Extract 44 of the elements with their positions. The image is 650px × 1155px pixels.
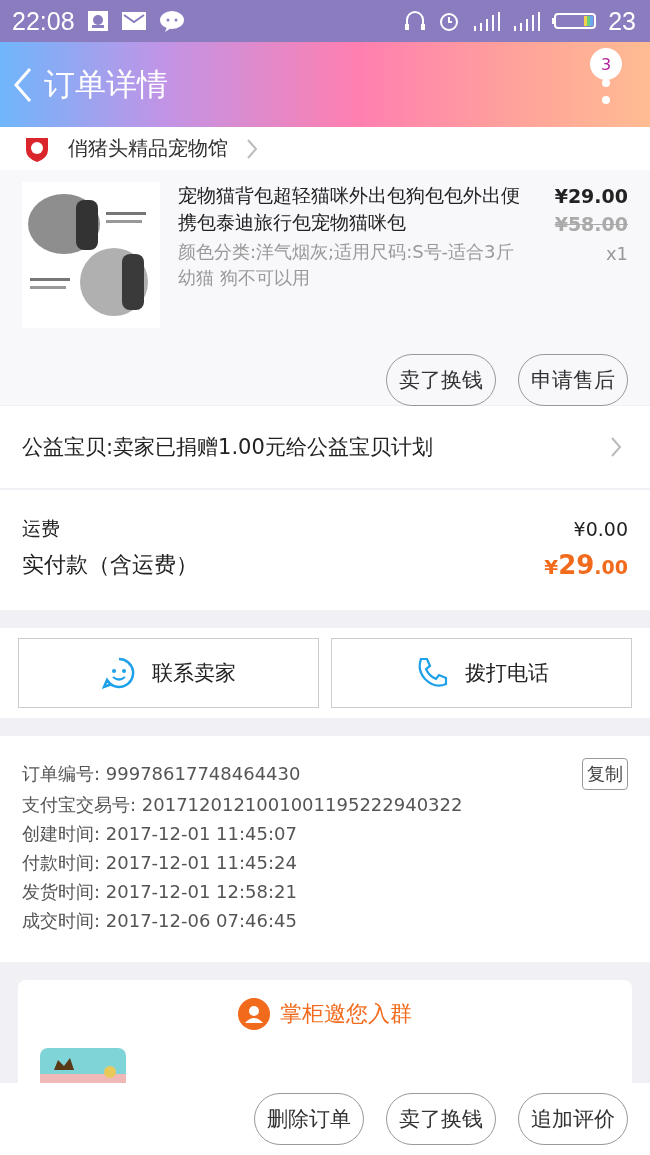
quantity: x1: [604, 242, 628, 266]
copy-button[interactable]: 复制: [582, 758, 628, 790]
page-title: 订单详情: [44, 64, 168, 104]
notification-badge: 3: [590, 48, 622, 80]
status-time: 22:08: [12, 6, 75, 36]
battery-icon: [552, 11, 597, 31]
shipping-fee: ¥0.00: [573, 518, 628, 540]
order-detail: 创建时间: 2017-12-01 11:45:07: [22, 821, 297, 846]
product-variant: 颜色分类:洋气烟灰;适用尺码:S号-适合3斤幼猫 狗不可以用: [178, 240, 515, 290]
chat-icon: [101, 656, 136, 690]
contact-button[interactable]: 拨打电话: [331, 638, 632, 708]
signal-icon: [472, 10, 501, 32]
product-price: ¥29.00: [553, 184, 628, 209]
action-button[interactable]: 申请售后: [518, 354, 628, 406]
group-icon: [238, 998, 270, 1030]
action-button[interactable]: 删除订单: [254, 1093, 364, 1145]
action-button[interactable]: 卖了换钱: [386, 1093, 496, 1145]
action-button[interactable]: 卖了换钱: [386, 354, 496, 406]
total-label: 实付款（含运费）: [22, 551, 198, 579]
order-detail: 支付宝交易号: 2017120121001001195222940322: [22, 792, 463, 817]
alarm-clock-icon: [438, 10, 461, 32]
notification-icon: [86, 10, 109, 32]
order-detail: 成交时间: 2017-12-06 07:46:45: [22, 908, 297, 933]
shipping-label: 运费: [22, 516, 60, 541]
original-price: ¥58.00: [553, 212, 628, 237]
order-detail: 付款时间: 2017-12-01 11:45:24: [22, 850, 297, 875]
headphones-icon: [404, 10, 427, 32]
chevron-right-icon: [610, 436, 622, 458]
group-invite-title: 掌柜邀您入群: [280, 1000, 412, 1028]
signal-icon: [512, 10, 541, 32]
battery-level: 23: [608, 6, 636, 36]
action-button[interactable]: 追加评价: [518, 1093, 628, 1145]
more-icon: [601, 78, 611, 106]
mail-icon: [120, 10, 147, 32]
shop-name[interactable]: 俏猪头精品宠物馆: [68, 135, 228, 162]
shop-badge-icon: [24, 135, 50, 162]
order-detail: 发货时间: 2017-12-01 12:58:21: [22, 879, 297, 904]
back-icon: [12, 66, 34, 103]
chat-bubble-icon: [158, 10, 185, 32]
total-amount: ¥29.00: [544, 550, 628, 580]
order-detail: 订单编号: 99978617748464430: [22, 762, 301, 786]
product-title[interactable]: 宠物猫背包超轻猫咪外出包狗包包外出便携包泰迪旅行包宠物猫咪包: [178, 182, 526, 236]
contact-button[interactable]: 联系卖家: [18, 638, 319, 708]
chevron-right-icon: [246, 137, 258, 160]
